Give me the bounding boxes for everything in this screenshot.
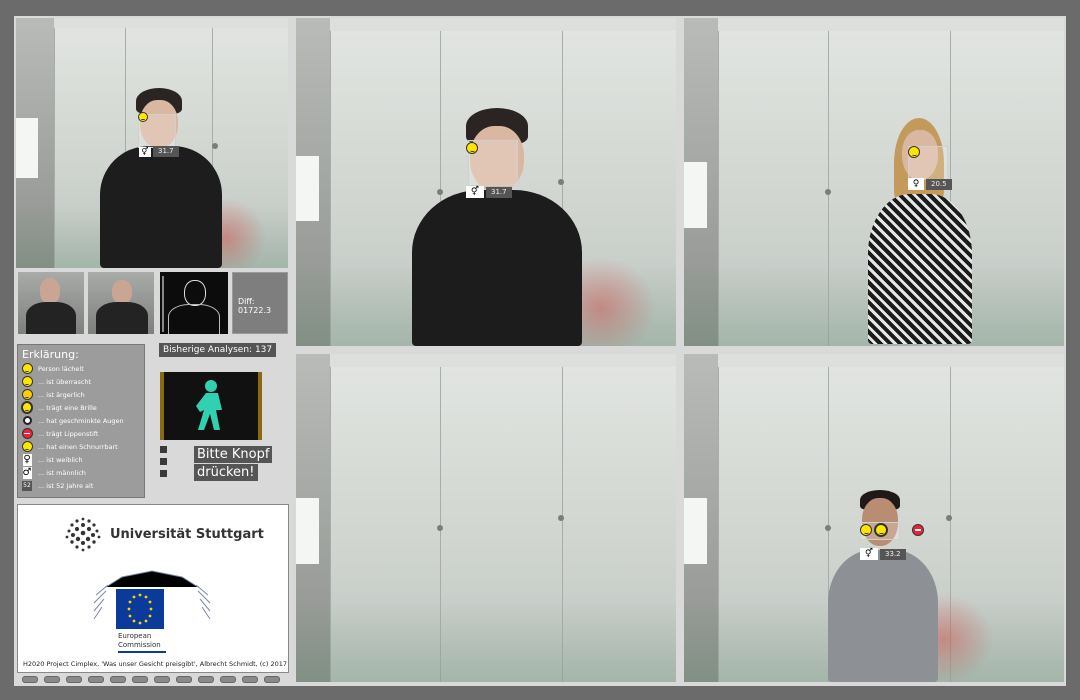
emotion-tags bbox=[860, 523, 924, 537]
legend-panel: Erklärung: Person lächelt ... ist überra… bbox=[17, 344, 145, 498]
camera-view-top-right: ♀ 20.5 bbox=[684, 18, 1064, 346]
press-button-prompt: Bitte Knopf drücken! bbox=[194, 446, 273, 482]
indicator-pill-3 bbox=[66, 676, 82, 683]
emotion-tags bbox=[908, 146, 920, 158]
university-name: Universität Stuttgart bbox=[110, 527, 264, 542]
legend-item-smiling: Person lächelt bbox=[21, 362, 84, 375]
indicator-pill-2 bbox=[44, 676, 60, 683]
university-logo-icon bbox=[65, 517, 101, 552]
glasses-icon bbox=[874, 523, 888, 537]
legend-item-angry: ... ist ärgerlich bbox=[21, 388, 85, 401]
face-thumbnail-2 bbox=[88, 272, 154, 334]
age-estimate: 33.2 bbox=[880, 548, 906, 560]
pedestrian-light-image bbox=[160, 372, 262, 440]
lipstick-icon bbox=[912, 524, 924, 536]
age-estimate: 31.7 bbox=[486, 186, 512, 198]
legend-item-female: ♀ ... ist weiblich bbox=[22, 453, 83, 466]
attribute-tags: ⚥ 31.7 bbox=[139, 146, 179, 157]
app-frame: ⚥ 31.7 Diff: 01722.3 Erklärung: Person l… bbox=[14, 16, 1066, 686]
gender-male-icon: ⚥ bbox=[139, 146, 151, 157]
footer-credit: H2020 Project Cimplex, 'Was unser Gesich… bbox=[23, 660, 288, 668]
eye-makeup-icon bbox=[22, 416, 32, 425]
smiley-icon bbox=[466, 142, 478, 154]
indicator-pill-9 bbox=[198, 676, 214, 683]
status-light-2 bbox=[160, 458, 167, 465]
eu-label-line1: European bbox=[118, 632, 152, 640]
attribute-tags: ⚥ 33.2 bbox=[860, 548, 906, 560]
smiley-icon bbox=[860, 524, 872, 536]
indicator-pill-12 bbox=[264, 676, 280, 683]
angry-icon bbox=[21, 389, 33, 400]
legend-item-surprised: ... ist überrascht bbox=[21, 375, 91, 388]
age-icon: 52 bbox=[22, 480, 32, 491]
male-icon: ♂ bbox=[22, 466, 32, 479]
legend-item-glasses: ... trägt eine Brille bbox=[21, 401, 97, 414]
attribute-tags: ♀ 20.5 bbox=[908, 178, 952, 190]
edge-detection-thumbnail bbox=[160, 272, 228, 334]
glasses-icon bbox=[21, 401, 33, 414]
age-estimate: 31.7 bbox=[153, 146, 179, 157]
smiley-icon bbox=[138, 112, 148, 122]
indicator-pill-5 bbox=[110, 676, 126, 683]
legend-item-male: ♂ ... ist männlich bbox=[22, 466, 86, 479]
legend-item-age: 52 ... ist 52 Jahre alt bbox=[22, 480, 94, 491]
gender-female-icon: ♀ bbox=[908, 178, 924, 190]
camera-view-bottom-right: ⚥ 33.2 bbox=[684, 354, 1064, 682]
mustache-icon bbox=[21, 441, 33, 452]
indicator-pill-8 bbox=[176, 676, 192, 683]
status-light-1 bbox=[160, 446, 167, 453]
logos-panel: Universität Stuttgart European Commissio… bbox=[17, 504, 289, 673]
indicator-pill-7 bbox=[154, 676, 170, 683]
analysis-counter: Bisherige Analysen: 137 bbox=[159, 343, 277, 357]
indicator-pill-11 bbox=[242, 676, 258, 683]
camera-view-top-left: ⚥ 31.7 bbox=[16, 18, 288, 268]
emotion-tags bbox=[138, 112, 148, 122]
indicator-pill-1 bbox=[22, 676, 38, 683]
indicator-pill-4 bbox=[88, 676, 104, 683]
lipstick-icon bbox=[21, 428, 33, 439]
female-icon: ♀ bbox=[22, 453, 32, 466]
attribute-tags: ⚥ 31.7 bbox=[466, 186, 512, 198]
diff-readout: Diff: 01722.3 bbox=[232, 272, 288, 334]
legend-item-mustache: ... hat einen Schnurrbart bbox=[21, 440, 118, 453]
legend-title: Erklärung: bbox=[22, 348, 79, 361]
smiley-icon bbox=[21, 363, 33, 374]
gender-male-icon: ⚥ bbox=[860, 548, 878, 560]
status-light-3 bbox=[160, 470, 167, 477]
camera-view-bottom-middle bbox=[296, 354, 676, 682]
legend-item-lipstick: ... trägt Lippenstift bbox=[21, 427, 98, 440]
person bbox=[822, 490, 942, 682]
emotion-tags bbox=[466, 142, 478, 154]
indicator-pill-6 bbox=[132, 676, 148, 683]
camera-view-top-middle: ⚥ 31.7 bbox=[296, 18, 676, 346]
eu-label-line2: Commission bbox=[118, 641, 161, 649]
gender-male-icon: ⚥ bbox=[466, 186, 484, 198]
walking-man-icon bbox=[196, 380, 222, 430]
face-thumbnail-1 bbox=[18, 272, 84, 334]
european-commission-logo-icon bbox=[93, 570, 211, 629]
legend-item-eye-makeup: ... hat geschminkte Augen bbox=[21, 414, 124, 427]
surprised-icon bbox=[21, 376, 33, 387]
age-estimate: 20.5 bbox=[926, 178, 952, 190]
indicator-pill-10 bbox=[220, 676, 236, 683]
smiley-icon bbox=[908, 146, 920, 158]
